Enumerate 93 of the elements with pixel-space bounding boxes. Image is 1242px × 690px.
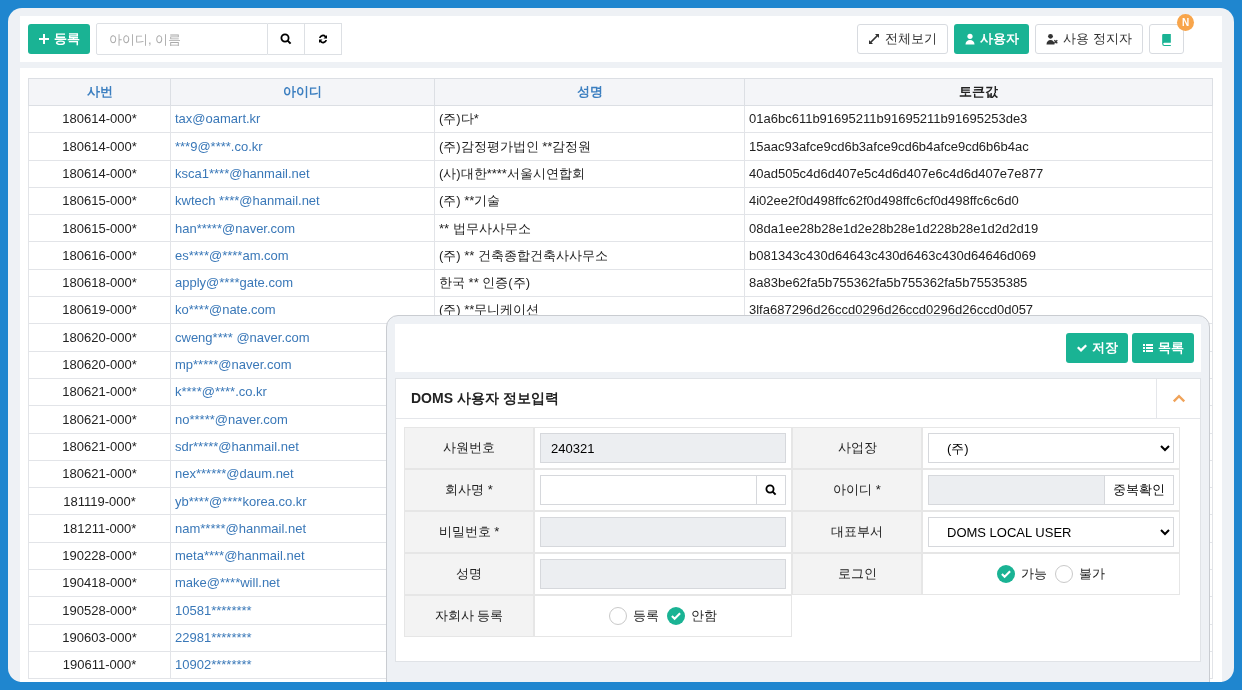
- table-cell: 180616-000*: [28, 242, 171, 270]
- field-label: 자회사 등록: [404, 595, 534, 637]
- sortable-column-header[interactable]: 사번: [28, 78, 171, 106]
- plus-icon: [38, 33, 50, 45]
- table-cell: 190528-000*: [28, 596, 171, 625]
- field-label: 로그인: [792, 553, 922, 595]
- refresh-button[interactable]: [305, 23, 342, 55]
- table-cell: 08da1ee28b28e1d2e28b28e1d228b28e1d2d2d19: [744, 214, 1213, 242]
- expand-arrows-icon: [868, 33, 881, 45]
- view-filter-button[interactable]: 사용 정지자: [1035, 24, 1143, 54]
- table-cell: (주)다*: [434, 105, 745, 133]
- table-cell: 180620-000*: [28, 323, 171, 352]
- user-id-link[interactable]: 10902********: [175, 657, 252, 673]
- save-button[interactable]: 저장: [1066, 333, 1128, 363]
- search-icon: [280, 33, 292, 45]
- field-label: 사원번호: [404, 427, 534, 469]
- table-cell: 180621-000*: [28, 433, 171, 461]
- radio-button[interactable]: [1055, 565, 1073, 583]
- field-label: 아이디 *: [792, 469, 922, 511]
- table-cell: 180621-000*: [28, 405, 171, 434]
- table-cell: 180621-000*: [28, 378, 171, 406]
- radio-label: 안함: [691, 607, 717, 626]
- search-icon: [765, 484, 777, 496]
- field-label: 성명: [404, 553, 534, 595]
- select-field[interactable]: DOMS LOCAL USER: [928, 517, 1174, 547]
- user-id-link[interactable]: 22981********: [175, 630, 252, 646]
- table-cell: ** 법무사사무소: [434, 214, 745, 242]
- table-cell: 190228-000*: [28, 542, 171, 570]
- book-icon: [1160, 32, 1173, 46]
- table-cell: (주) ** 건축종합건축사사무소: [434, 242, 745, 270]
- table-cell: 180615-000*: [28, 187, 171, 215]
- table-cell: b081343c430d64643c430d6463c430d64646d069: [744, 242, 1213, 270]
- section-title: DOMS 사용자 정보입력: [410, 389, 560, 408]
- add-button[interactable]: 등록: [28, 24, 90, 54]
- table-cell: 180620-000*: [28, 351, 171, 379]
- table-cell: 180614-000*: [28, 132, 171, 161]
- new-badge: N: [1177, 14, 1194, 31]
- text-field[interactable]: 240321: [540, 433, 786, 463]
- table-cell: (주) **기술: [434, 187, 745, 215]
- table-cell: (주)감정평가법인 **감정원: [434, 132, 745, 161]
- text-field[interactable]: [540, 517, 786, 547]
- table-cell: (사)대한****서울시연합회: [434, 160, 745, 188]
- radio-label: 가능: [1021, 565, 1047, 584]
- radio-button[interactable]: [997, 565, 1015, 583]
- user-id-link[interactable]: ***9@****.co.kr: [175, 138, 263, 154]
- user-remove-icon: [1046, 33, 1059, 45]
- duplicate-check-button[interactable]: 중복확인: [1105, 475, 1174, 505]
- text-field[interactable]: [540, 559, 786, 589]
- search-button[interactable]: [268, 23, 305, 55]
- radio-label: 불가: [1079, 565, 1105, 584]
- table-cell: 한국 ** 인증(주): [434, 269, 745, 297]
- view-filter-button[interactable]: 사용자: [954, 24, 1030, 54]
- user-id-link[interactable]: 10581********: [175, 602, 252, 618]
- table-cell: 181119-000*: [28, 487, 171, 515]
- table-cell: 180615-000*: [28, 214, 171, 242]
- select-field[interactable]: (주): [928, 433, 1174, 463]
- field-label: 사업장: [792, 427, 922, 469]
- field-label: 대표부서: [792, 511, 922, 553]
- check-icon: [1076, 342, 1088, 354]
- table-cell: 40ad505c4d6d407e5c4d6d407e6c4d6d407e7e877: [744, 160, 1213, 188]
- table-cell: 180619-000*: [28, 296, 171, 324]
- column-header: 토큰값: [744, 78, 1213, 106]
- table-cell: 180618-000*: [28, 269, 171, 297]
- table-cell: 190603-000*: [28, 624, 171, 652]
- field-label: 회사명 *: [404, 469, 534, 511]
- sortable-column-header[interactable]: 성명: [434, 78, 745, 106]
- radio-button[interactable]: [667, 607, 685, 625]
- table-cell: 180614-000*: [28, 160, 171, 188]
- refresh-icon: [317, 33, 329, 45]
- user-icon: [964, 33, 977, 45]
- table-cell: 190418-000*: [28, 569, 171, 597]
- radio-label: 등록: [633, 607, 659, 626]
- search-field[interactable]: 아이디, 이름: [96, 23, 268, 55]
- table-cell: 8a83be62fa5b755362fa5b755362fa5b75535385: [744, 269, 1213, 297]
- notice-button[interactable]: [1149, 24, 1184, 54]
- search-button[interactable]: [757, 475, 786, 505]
- list-icon: [1142, 342, 1154, 354]
- user-id-link[interactable]: k****@****.co.kr: [175, 384, 267, 400]
- table-cell: 180614-000*: [28, 105, 171, 133]
- table-cell: 180621-000*: [28, 460, 171, 488]
- user-id-link[interactable]: tax@oamart.kr: [175, 111, 261, 127]
- table-cell: 15aac93afce9cd6b3afce9cd6b4afce9cd6b6b4ac: [744, 132, 1213, 161]
- list-button[interactable]: 목록: [1132, 333, 1194, 363]
- table-cell: 4i02ee2f0d498ffc62f0d498ffc6cf0d498ffc6c6d0: [744, 187, 1213, 215]
- table-cell: 181211-000*: [28, 514, 171, 543]
- field-label: 비밀번호 *: [404, 511, 534, 553]
- table-cell: 190611-000*: [28, 651, 171, 679]
- sortable-column-header[interactable]: 아이디: [170, 78, 435, 106]
- radio-button[interactable]: [609, 607, 627, 625]
- view-filter-button[interactable]: 전체보기: [857, 24, 949, 54]
- table-cell: 01a6bc611b91695211b91695211b91695253de3: [744, 105, 1213, 133]
- text-field[interactable]: [540, 475, 757, 505]
- text-field[interactable]: [928, 475, 1105, 505]
